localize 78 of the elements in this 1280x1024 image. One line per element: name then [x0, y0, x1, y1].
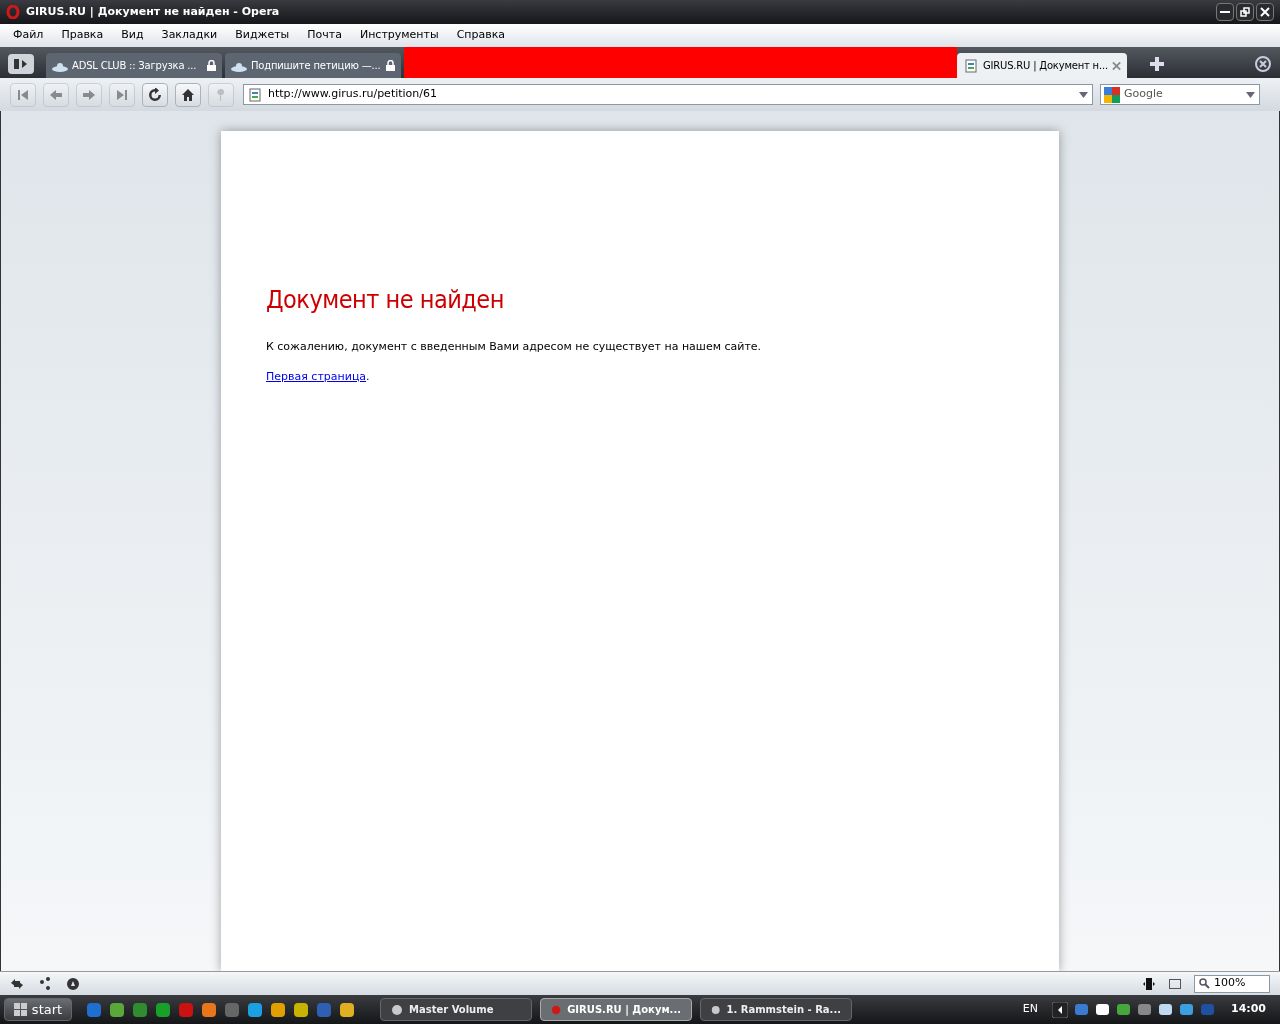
app-icon: [391, 1003, 403, 1016]
app-icon[interactable]: [270, 1001, 286, 1018]
zoom-field[interactable]: 100%: [1194, 974, 1270, 993]
taskbar-button[interactable]: 1. Rammstein - Ra...: [700, 998, 852, 1021]
panel-toggle-button[interactable]: [8, 54, 34, 74]
page-icon: [963, 58, 979, 73]
home-icon: [181, 87, 195, 102]
home-page-link[interactable]: Первая страница: [266, 370, 367, 383]
punctuation-text: .: [366, 370, 370, 383]
forward-icon: [82, 87, 96, 102]
plus-icon[interactable]: [1150, 57, 1164, 71]
app-icon[interactable]: [132, 1001, 148, 1018]
dropdown-icon[interactable]: [1079, 91, 1088, 98]
restore-icon: [1240, 7, 1250, 17]
zoom-level: 100%: [1214, 975, 1247, 992]
browser-tab[interactable]: GIRUS.RU | Документ н...: [957, 53, 1127, 78]
app-icon[interactable]: [109, 1001, 125, 1018]
undo-close-icon[interactable]: [1254, 55, 1272, 73]
start-button[interactable]: start: [4, 998, 72, 1021]
clock: 14:00: [1231, 1001, 1266, 1018]
image-icon: [1168, 976, 1182, 991]
search-input[interactable]: Google: [1124, 86, 1234, 103]
reload-icon: [148, 87, 162, 102]
tray-icon[interactable]: [1158, 1002, 1173, 1017]
search-field[interactable]: Google: [1100, 84, 1260, 105]
tray-icon[interactable]: [1179, 1002, 1194, 1017]
share-icon: [38, 976, 52, 991]
tab-label: GIRUS.RU | Документ н...: [983, 59, 1108, 73]
app-icon: [711, 1003, 721, 1016]
app-icon[interactable]: [155, 1001, 171, 1018]
address-field[interactable]: http://www.girus.ru/petition/61: [243, 84, 1093, 105]
windows-logo-icon: [13, 1002, 28, 1017]
taskbar-button[interactable]: GIRUS.RU | Докум...: [540, 998, 692, 1021]
page-icon: [248, 87, 262, 102]
tab-label: ADSL CLUB :: Загрузка ...: [72, 59, 198, 73]
google-logo-icon: [1104, 86, 1120, 103]
message-text: К сожалению, документ с введенным Вами адресом не существует на нашем сайте.: [266, 338, 763, 355]
dropdown-icon[interactable]: [1246, 91, 1255, 98]
search-icon: [1199, 978, 1210, 989]
browser-tab[interactable]: Подпишите петицию —...: [225, 53, 401, 78]
app-icon[interactable]: [201, 1001, 217, 1018]
menu-item[interactable]: Виджеты: [226, 27, 299, 44]
address-text: http://www.girus.ru/petition/61: [268, 86, 439, 103]
menu-item[interactable]: Правка: [52, 27, 113, 44]
restore-button[interactable]: [1236, 3, 1254, 21]
language-indicator[interactable]: EN: [1022, 1001, 1038, 1018]
minimize-button[interactable]: [1216, 3, 1234, 21]
close-button[interactable]: [1256, 3, 1274, 21]
close-icon: [1260, 7, 1270, 17]
window-title: GIRUS.RU | Документ не найден - Opera: [26, 3, 280, 20]
app-icon[interactable]: [86, 1001, 102, 1018]
minimize-icon: [1220, 11, 1230, 13]
gauge-icon: [66, 976, 80, 991]
page-heading: Документ не найден: [266, 284, 505, 316]
menu-item[interactable]: Закладки: [152, 27, 227, 44]
opera-logo-icon: [6, 5, 20, 19]
fast-forward-icon: [115, 87, 129, 102]
panel-icon: [14, 59, 28, 69]
browser-tab[interactable]: ADSL CLUB :: Загрузка ...: [46, 53, 222, 78]
close-icon[interactable]: [1111, 60, 1121, 71]
back-icon: [49, 87, 63, 102]
app-icon[interactable]: [293, 1001, 309, 1018]
tray-icon[interactable]: [1095, 1002, 1110, 1017]
document-icon: [1142, 976, 1156, 991]
app-icon[interactable]: [247, 1001, 263, 1018]
menu-item[interactable]: Почта: [298, 27, 351, 44]
menu-item[interactable]: Инструменты: [350, 27, 448, 44]
app-icon[interactable]: [339, 1001, 355, 1018]
rewind-icon: [16, 87, 30, 102]
menu-item[interactable]: Вид: [112, 27, 153, 44]
taskbar-button[interactable]: Master Volume: [380, 998, 532, 1021]
app-icon: [551, 1003, 562, 1016]
home-button[interactable]: [175, 82, 201, 107]
chevron-icon[interactable]: [1052, 1001, 1068, 1018]
reload-button[interactable]: [142, 82, 168, 107]
menu-item[interactable]: Файл: [4, 27, 53, 44]
menu-item[interactable]: Справка: [447, 27, 515, 44]
tab-label: Подпишите петицию —...: [251, 59, 382, 73]
